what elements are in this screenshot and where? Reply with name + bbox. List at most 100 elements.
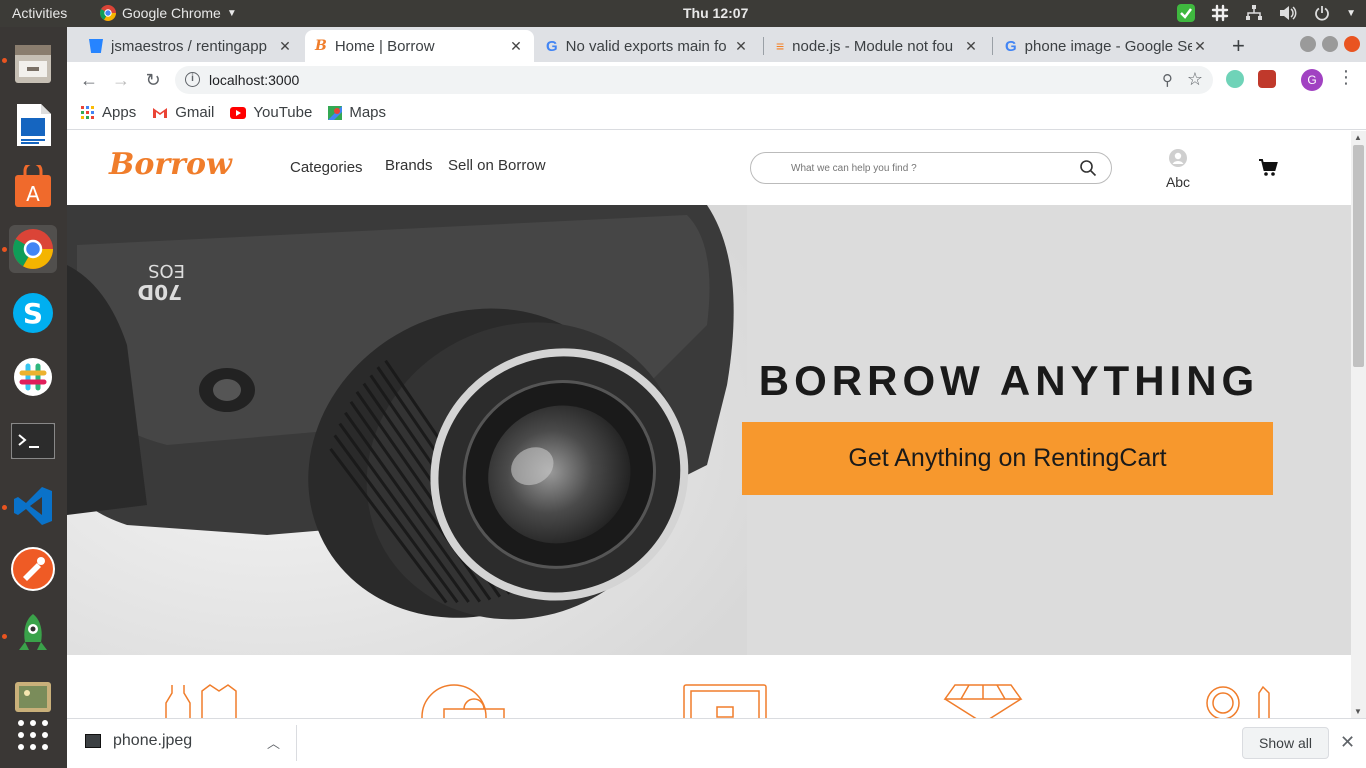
dock-terminal[interactable] xyxy=(9,417,57,465)
close-icon[interactable]: ✕ xyxy=(733,38,749,55)
chevron-up-icon[interactable]: ︿ xyxy=(267,733,280,752)
download-item[interactable]: phone.jpeg xyxy=(85,732,192,750)
tab-phone-image[interactable]: G phone image - Google Se ✕ xyxy=(995,30,1218,62)
close-icon[interactable]: ✕ xyxy=(963,38,979,55)
system-tray[interactable]: ▼ xyxy=(1176,4,1356,22)
app-menu[interactable]: Google Chrome ▼ xyxy=(100,5,237,21)
dock-postman[interactable] xyxy=(9,545,57,593)
extension-icon[interactable] xyxy=(1226,70,1244,88)
close-icon[interactable]: ✕ xyxy=(508,38,524,55)
close-icon[interactable]: ✕ xyxy=(1192,38,1208,55)
extension-icon[interactable] xyxy=(1258,70,1276,88)
tab-home-borrow[interactable]: B Home | Borrow ✕ xyxy=(305,30,534,62)
address-bar[interactable]: i localhost:3000 ⚲ ☆ xyxy=(175,66,1213,94)
dock-writer[interactable] xyxy=(9,101,57,149)
app-name: Google Chrome xyxy=(122,5,221,21)
update-check-icon[interactable] xyxy=(1176,4,1196,22)
youtube-icon xyxy=(230,106,247,119)
tab-separator xyxy=(992,37,993,55)
dock-robo3t[interactable] xyxy=(9,610,57,658)
svg-text:A: A xyxy=(26,182,40,206)
dock-chrome[interactable] xyxy=(9,225,57,273)
dock-files[interactable] xyxy=(9,39,57,87)
divider xyxy=(296,725,297,761)
scrollbar-thumb[interactable] xyxy=(1353,145,1364,367)
back-arrow-icon[interactable]: ← xyxy=(78,69,100,91)
tab-node-module[interactable]: ≡ node.js - Module not fou ✕ xyxy=(766,30,989,62)
chevron-down-icon[interactable]: ▼ xyxy=(1346,8,1356,19)
close-icon[interactable]: ✕ xyxy=(1340,732,1355,753)
dock-software[interactable]: A xyxy=(9,163,57,211)
zoom-icon[interactable]: ⚲ xyxy=(1162,71,1173,89)
maximize-button[interactable] xyxy=(1322,36,1338,52)
bookmark-maps[interactable]: Maps xyxy=(328,104,386,121)
show-all-button[interactable]: Show all xyxy=(1242,727,1329,759)
slack-tray-icon[interactable] xyxy=(1210,4,1230,22)
search-icon[interactable] xyxy=(1079,159,1097,177)
nav-brands[interactable]: Brands xyxy=(385,157,433,174)
dock-vscode[interactable] xyxy=(9,482,57,530)
postman-icon xyxy=(11,547,55,591)
maps-icon xyxy=(328,105,343,120)
volume-icon[interactable] xyxy=(1278,4,1298,22)
profile-avatar[interactable]: G xyxy=(1301,69,1323,91)
document-icon xyxy=(17,104,51,146)
tab-jsmaestros[interactable]: jsmaestros / rentingapp ✕ xyxy=(79,30,303,62)
dock-skype[interactable]: S xyxy=(9,289,57,337)
download-file-name: phone.jpeg xyxy=(113,732,193,749)
scroll-down-arrow-icon[interactable]: ▼ xyxy=(1354,707,1362,716)
user-account[interactable]: Abc xyxy=(1157,149,1199,190)
hero-title: BORROW ANYTHING xyxy=(758,357,1260,404)
user-avatar-icon xyxy=(1169,149,1187,167)
url-text[interactable]: localhost:3000 xyxy=(209,72,299,88)
activities-button[interactable]: Activities xyxy=(12,5,67,21)
running-indicator xyxy=(2,634,7,639)
new-tab-button[interactable]: + xyxy=(1232,33,1245,59)
search-input[interactable] xyxy=(791,159,1061,177)
nav-sell-on-borrow[interactable]: Sell on Borrow xyxy=(448,157,546,174)
browser-toolbar: ← → ↻ i localhost:3000 ⚲ ☆ G ⋮ xyxy=(67,62,1366,96)
reload-icon[interactable]: ↻ xyxy=(142,69,164,91)
bookmark-apps[interactable]: Apps xyxy=(81,104,136,121)
dock-slack[interactable] xyxy=(9,353,57,401)
borrow-favicon-icon: B xyxy=(315,38,327,54)
get-anything-button[interactable]: Get Anything on RentingCart xyxy=(742,422,1273,495)
file-cabinet-icon xyxy=(15,45,51,83)
beauty-category-icon[interactable] xyxy=(1205,683,1275,718)
running-indicator xyxy=(2,505,7,510)
bookmark-youtube[interactable]: YouTube xyxy=(230,104,312,121)
svg-text:S: S xyxy=(23,297,43,330)
forward-arrow-icon[interactable]: → xyxy=(110,69,132,91)
show-applications-button[interactable] xyxy=(9,711,57,759)
page-viewport: Borrow Categories Brands Sell on Borrow … xyxy=(67,131,1351,718)
kitchen-category-icon[interactable] xyxy=(414,683,526,718)
site-search xyxy=(750,152,1112,184)
network-icon[interactable] xyxy=(1244,4,1264,22)
close-icon[interactable]: ✕ xyxy=(277,38,293,55)
nav-categories[interactable]: Categories xyxy=(290,159,363,176)
tab-no-valid-exports[interactable]: G No valid exports main fo ✕ xyxy=(536,30,759,62)
bookmarks-bar: Apps Gmail YouTube Maps xyxy=(67,96,1366,130)
camera-model-text: EOS xyxy=(148,260,185,281)
star-icon[interactable]: ☆ xyxy=(1187,69,1203,90)
info-icon[interactable]: i xyxy=(185,72,200,87)
close-window-button[interactable] xyxy=(1344,36,1360,52)
clock[interactable]: Thu 12:07 xyxy=(683,5,748,21)
minimize-button[interactable] xyxy=(1300,36,1316,52)
shopping-cart-icon[interactable] xyxy=(1258,159,1278,177)
shopping-bag-icon: A xyxy=(15,165,51,207)
tab-separator xyxy=(763,37,764,55)
power-icon[interactable] xyxy=(1312,4,1332,22)
page-scrollbar[interactable]: ▲ ▼ xyxy=(1351,131,1366,718)
electronics-category-icon[interactable] xyxy=(683,683,767,718)
jewelry-category-icon[interactable] xyxy=(943,683,1023,718)
clothing-category-icon[interactable] xyxy=(162,683,262,718)
scroll-up-arrow-icon[interactable]: ▲ xyxy=(1354,133,1362,142)
hero-banner: EOS 70D BORROW ANYTHING Get Anything on … xyxy=(67,205,1351,655)
bitbucket-icon xyxy=(89,39,103,53)
chrome-icon xyxy=(100,5,116,21)
site-logo[interactable]: Borrow xyxy=(109,147,232,182)
menu-kebab-icon[interactable]: ⋮ xyxy=(1337,67,1355,88)
bookmark-gmail[interactable]: Gmail xyxy=(152,104,214,121)
vscode-icon xyxy=(14,487,52,525)
